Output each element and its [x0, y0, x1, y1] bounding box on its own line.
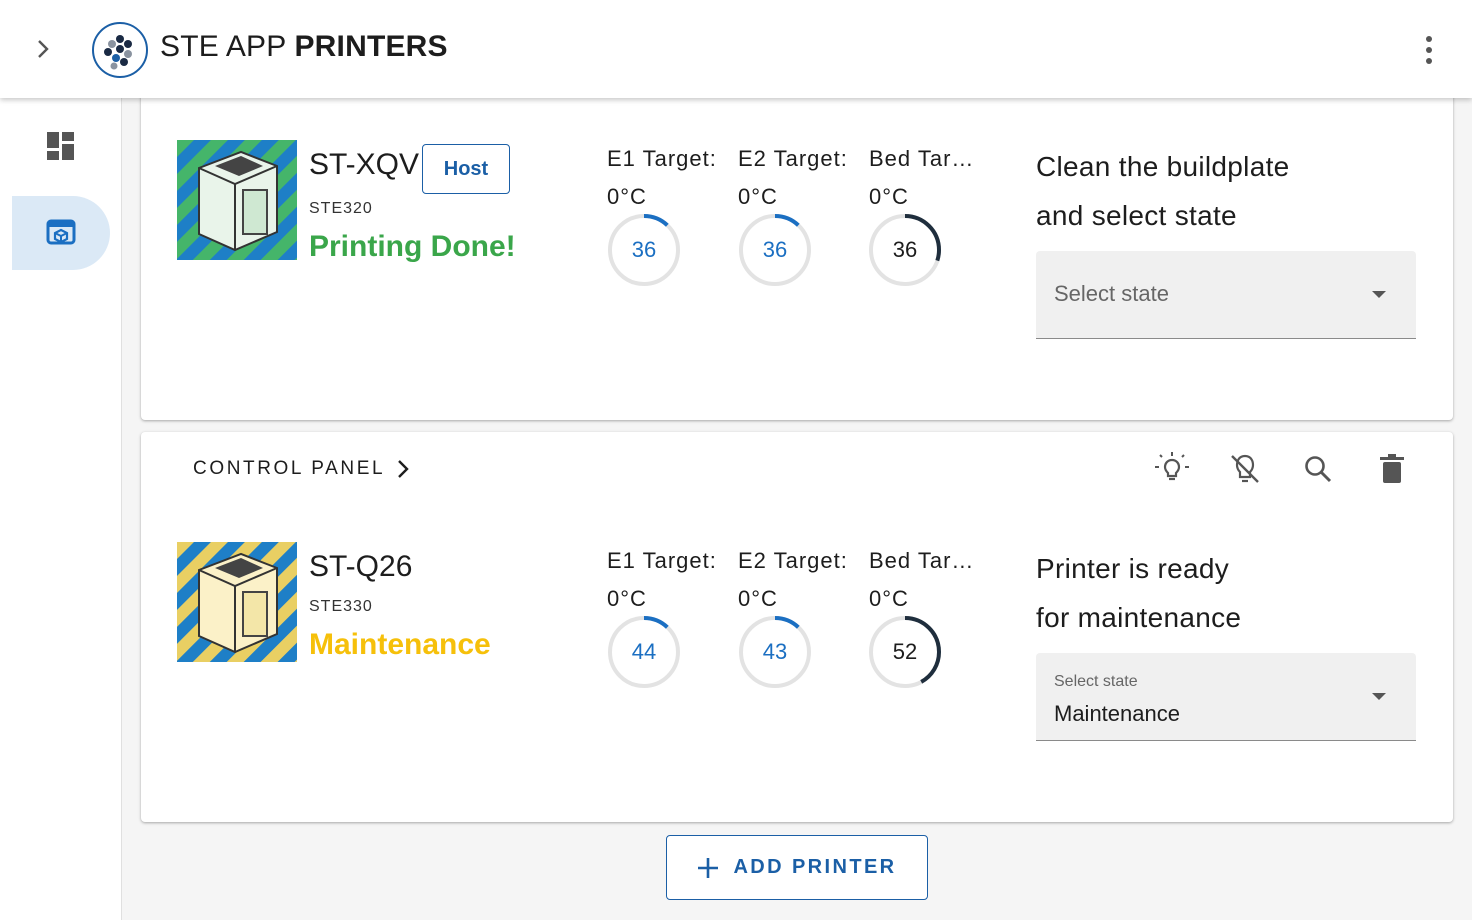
- navigation-rail: [0, 98, 122, 920]
- chevron-right-icon[interactable]: [30, 35, 56, 63]
- status-message: Printer is ready for maintenance: [1036, 553, 1242, 633]
- gauge-value: 36: [892, 237, 918, 262]
- dropdown-arrow-icon: [1372, 693, 1386, 700]
- delete-icon[interactable]: [1372, 449, 1412, 489]
- dashboard-icon[interactable]: [46, 131, 76, 161]
- temp-gauge: 52: [867, 614, 943, 690]
- printer-card: ST-XQV Host STE320 Printing Done! E1 Tar…: [141, 84, 1453, 420]
- gauge-value: 43: [762, 639, 788, 664]
- temp-target: 0°C: [869, 184, 909, 209]
- temp-gauge: 36: [606, 212, 682, 288]
- lightbulb-icon[interactable]: [1152, 449, 1192, 489]
- gauge-value: 36: [631, 237, 657, 262]
- gauge-value: 36: [762, 237, 788, 262]
- temp-gauge: 36: [867, 212, 943, 288]
- gauge-value: 44: [631, 639, 657, 664]
- temp-label: E1 Target:: [607, 548, 717, 573]
- nav-item-printers[interactable]: [12, 196, 110, 270]
- temp-bed: Bed Target: 0°C: [869, 548, 989, 612]
- printer-icon: [46, 219, 76, 245]
- app-bar: STE APP PRINTERS: [0, 0, 1472, 98]
- control-panel-link[interactable]: CONTROL PANEL: [193, 456, 409, 482]
- temp-label: E2 Target:: [738, 146, 848, 171]
- host-badge-button[interactable]: Host: [422, 144, 510, 194]
- chevron-right-icon: [398, 460, 409, 478]
- temp-target: 0°C: [738, 586, 778, 611]
- dropdown-arrow-icon: [1372, 291, 1386, 298]
- temp-e1: E1 Target: 0°C: [607, 146, 727, 210]
- lightbulb-off-icon[interactable]: [1225, 449, 1265, 489]
- temp-target: 0°C: [607, 586, 647, 611]
- gauge-value: 52: [892, 639, 918, 664]
- printer-status: Maintenance: [309, 628, 491, 661]
- temp-bed: Bed Target: 0°C: [869, 146, 989, 210]
- printer-name: ST-Q26: [309, 550, 413, 583]
- state-select[interactable]: Select state: [1036, 251, 1416, 339]
- temp-gauge: 44: [606, 614, 682, 690]
- temp-target: 0°C: [607, 184, 647, 209]
- select-label: Select state: [1054, 673, 1138, 690]
- more-vert-icon[interactable]: [1416, 30, 1442, 70]
- select-value: Maintenance: [1054, 701, 1180, 726]
- temp-target: 0°C: [738, 184, 778, 209]
- printer-thumbnail: [177, 542, 297, 662]
- app-logo-icon: [92, 22, 148, 78]
- temp-label: Bed Target:: [869, 548, 981, 573]
- temp-label: E1 Target:: [607, 146, 717, 171]
- temp-gauge: 43: [737, 614, 813, 690]
- printer-card: CONTROL PANEL ST-Q26 STE330 Maintenance …: [141, 432, 1453, 822]
- temp-label: E2 Target:: [738, 548, 848, 573]
- temp-target: 0°C: [869, 586, 909, 611]
- search-icon[interactable]: [1298, 449, 1338, 489]
- temp-e2: E2 Target: 0°C: [738, 146, 858, 210]
- app-title: STE APP PRINTERS: [160, 30, 448, 63]
- printer-status: Printing Done!: [309, 230, 516, 263]
- printer-thumbnail: [177, 140, 297, 260]
- temp-label: Bed Target:: [869, 146, 981, 171]
- status-message: Clean the buildplate and select state: [1036, 151, 1290, 231]
- printer-model: STE330: [309, 598, 373, 615]
- plus-icon: [698, 857, 719, 878]
- temp-e1: E1 Target: 0°C: [607, 548, 727, 612]
- add-printer-button[interactable]: ADD PRINTER: [666, 835, 928, 900]
- temp-e2: E2 Target: 0°C: [738, 548, 858, 612]
- temp-gauge: 36: [737, 212, 813, 288]
- state-select[interactable]: Select state Maintenance: [1036, 653, 1416, 741]
- select-placeholder: Select state: [1054, 281, 1169, 306]
- printer-name: ST-XQV: [309, 148, 420, 181]
- printer-model: STE320: [309, 200, 373, 217]
